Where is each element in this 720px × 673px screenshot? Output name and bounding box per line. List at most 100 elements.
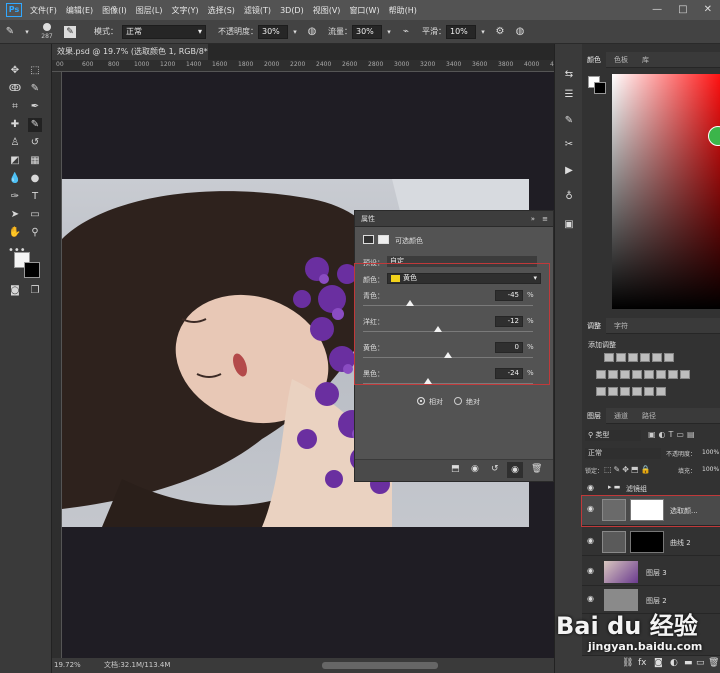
hand-tool-icon[interactable]: ✋ xyxy=(8,226,22,240)
adjustment-button-icon[interactable] xyxy=(632,387,642,396)
adjust-panel-icon[interactable]: ▣ xyxy=(562,218,576,232)
layer-row[interactable]: ◉ 曲线 2 xyxy=(582,528,720,556)
trash-icon[interactable]: 🗑 xyxy=(708,658,719,668)
background-color-swatch[interactable] xyxy=(594,82,606,94)
gear-icon[interactable]: ⚙ xyxy=(494,26,506,38)
quick-select-tool-icon[interactable]: ✎ xyxy=(28,82,42,96)
close-button[interactable]: ✕ xyxy=(704,4,712,15)
chevron-down-icon[interactable]: ▾ xyxy=(386,26,392,38)
new-group-icon[interactable]: ▬ xyxy=(684,658,693,668)
menu-help[interactable]: 帮助(H) xyxy=(389,5,417,16)
properties-icon[interactable]: ☰ xyxy=(562,88,576,102)
fill-value[interactable]: 100% xyxy=(702,466,719,473)
pressure-opacity-icon[interactable]: ◍ xyxy=(306,26,318,38)
fx-icon[interactable]: fx xyxy=(638,658,647,668)
eyedropper-tool-icon[interactable]: ✒ xyxy=(28,100,42,114)
layer-mask-thumbnail[interactable] xyxy=(630,499,664,521)
tab-channels[interactable]: 通道 xyxy=(614,408,628,424)
chevron-down-icon[interactable]: ▾ xyxy=(480,26,486,38)
layer-filter-select[interactable]: ⚲ 类型 xyxy=(585,430,641,441)
menu-layer[interactable]: 图层(L) xyxy=(136,5,163,16)
maximize-button[interactable]: □ xyxy=(678,4,687,15)
eye-icon[interactable]: ◉ xyxy=(587,595,597,603)
eye-icon[interactable]: ◉ xyxy=(587,537,597,545)
brush-preset-picker[interactable]: 287 xyxy=(34,23,60,40)
layer-row[interactable]: ◉ ▸ ▬ 滤镜组 xyxy=(582,480,720,496)
visibility-icon[interactable]: ◉ xyxy=(507,462,523,478)
menu-edit[interactable]: 编辑(E) xyxy=(66,5,93,16)
chevron-down-icon[interactable]: ▾ xyxy=(292,26,298,38)
document-tab[interactable]: 效果.psd @ 19.7% (选取颜色 1, RGB/8*) * × xyxy=(52,44,230,60)
new-adjustment-icon[interactable]: ◐ xyxy=(670,658,678,668)
menu-view[interactable]: 视图(V) xyxy=(313,5,341,16)
brush-settings-icon[interactable]: ✎ xyxy=(562,114,576,128)
tab-library[interactable]: 库 xyxy=(642,52,649,68)
color-picker-field[interactable] xyxy=(612,74,720,309)
screen-mode-icon[interactable]: ❐ xyxy=(28,284,42,298)
adjustment-button-icon[interactable] xyxy=(664,353,674,362)
adjustment-button-icon[interactable] xyxy=(608,387,618,396)
mode-select[interactable]: 正常 ▾ xyxy=(122,24,206,39)
menu-filter[interactable]: 滤镜(T) xyxy=(244,5,271,16)
add-mask-icon[interactable]: ◙ xyxy=(654,658,663,668)
lock-icons[interactable]: ⬚✎✥⬒🔒 xyxy=(604,465,652,474)
history-icon[interactable]: ⇆ xyxy=(562,68,576,82)
zoom-level[interactable]: 19.72% xyxy=(54,658,81,673)
menu-window[interactable]: 窗口(W) xyxy=(349,5,379,16)
opacity-input[interactable]: 30% xyxy=(258,24,288,39)
adjustment-button-icon[interactable] xyxy=(632,370,642,379)
crop-tool-icon[interactable]: ⌗ xyxy=(8,100,22,114)
adjustment-button-icon[interactable] xyxy=(656,387,666,396)
chevron-down-icon[interactable]: ▾ xyxy=(24,26,30,38)
adjustment-button-icon[interactable] xyxy=(680,370,690,379)
minimize-button[interactable]: — xyxy=(652,4,662,15)
eye-icon[interactable]: ◉ xyxy=(587,567,597,575)
menu-image[interactable]: 图像(I) xyxy=(102,5,127,16)
reset-icon[interactable]: ↺ xyxy=(491,464,499,474)
gradient-tool-icon[interactable]: ▦ xyxy=(28,154,42,168)
layer-mask-thumbnail[interactable] xyxy=(630,531,664,553)
smoothing-input[interactable]: 10% xyxy=(446,24,476,39)
layer-filter-icons[interactable]: ▣◐T▭▤ xyxy=(648,430,698,439)
dodge-tool-icon[interactable]: ● xyxy=(28,172,42,186)
adjustment-button-icon[interactable] xyxy=(620,387,630,396)
layer-thumbnail[interactable] xyxy=(604,561,638,583)
tab-layers[interactable]: 图层 xyxy=(582,408,606,424)
new-layer-icon[interactable]: ▭ xyxy=(696,658,705,668)
adjustment-button-icon[interactable] xyxy=(668,370,678,379)
view-previous-icon[interactable]: ◉ xyxy=(471,464,479,474)
pressure-size-icon[interactable]: ◍ xyxy=(514,26,526,38)
clip-to-layer-icon[interactable]: ⬒ xyxy=(451,464,460,474)
folder-icon[interactable]: ▸ ▬ xyxy=(608,483,620,491)
eye-icon[interactable]: ◉ xyxy=(587,505,597,513)
menu-type[interactable]: 文字(Y) xyxy=(171,5,198,16)
tab-character[interactable]: 字符 xyxy=(614,318,628,334)
move-tool-icon[interactable]: ✥ xyxy=(8,64,22,78)
tool-presets-icon[interactable]: ✂ xyxy=(562,138,576,152)
menu-3d[interactable]: 3D(D) xyxy=(280,6,304,15)
absolute-radio[interactable] xyxy=(454,397,462,405)
pen-tool-icon[interactable]: ✑ xyxy=(8,190,22,204)
adjustment-button-icon[interactable] xyxy=(656,370,666,379)
menu-select[interactable]: 选择(S) xyxy=(208,5,235,16)
brush-settings-icon[interactable]: ✎ xyxy=(64,25,76,38)
brush-tool-icon[interactable]: ✎ xyxy=(4,26,16,38)
adjustment-button-icon[interactable] xyxy=(608,370,618,379)
link-layers-icon[interactable]: ⛓ xyxy=(622,658,633,668)
lasso-tool-icon[interactable]: ↂ xyxy=(8,82,22,96)
brush-tool-icon[interactable]: ✎ xyxy=(28,118,42,132)
actions-icon[interactable]: ▶ xyxy=(562,164,576,178)
zoom-tool-icon[interactable]: ⚲ xyxy=(28,226,42,240)
tab-paths[interactable]: 路径 xyxy=(642,408,656,424)
adjustment-button-icon[interactable] xyxy=(652,353,662,362)
menu-file[interactable]: 文件(F) xyxy=(30,5,57,16)
adjustment-button-icon[interactable] xyxy=(640,353,650,362)
layer-row[interactable]: ◉ 图层 3 xyxy=(582,558,720,586)
adjustment-button-icon[interactable] xyxy=(620,370,630,379)
eye-icon[interactable]: ◉ xyxy=(587,484,597,492)
panel-menu-icon[interactable]: ≡ xyxy=(542,211,548,227)
blur-tool-icon[interactable]: 💧 xyxy=(8,172,22,186)
eraser-tool-icon[interactable]: ◩ xyxy=(8,154,22,168)
collapse-icon[interactable]: » xyxy=(531,211,535,227)
type-tool-icon[interactable]: T xyxy=(28,190,42,204)
